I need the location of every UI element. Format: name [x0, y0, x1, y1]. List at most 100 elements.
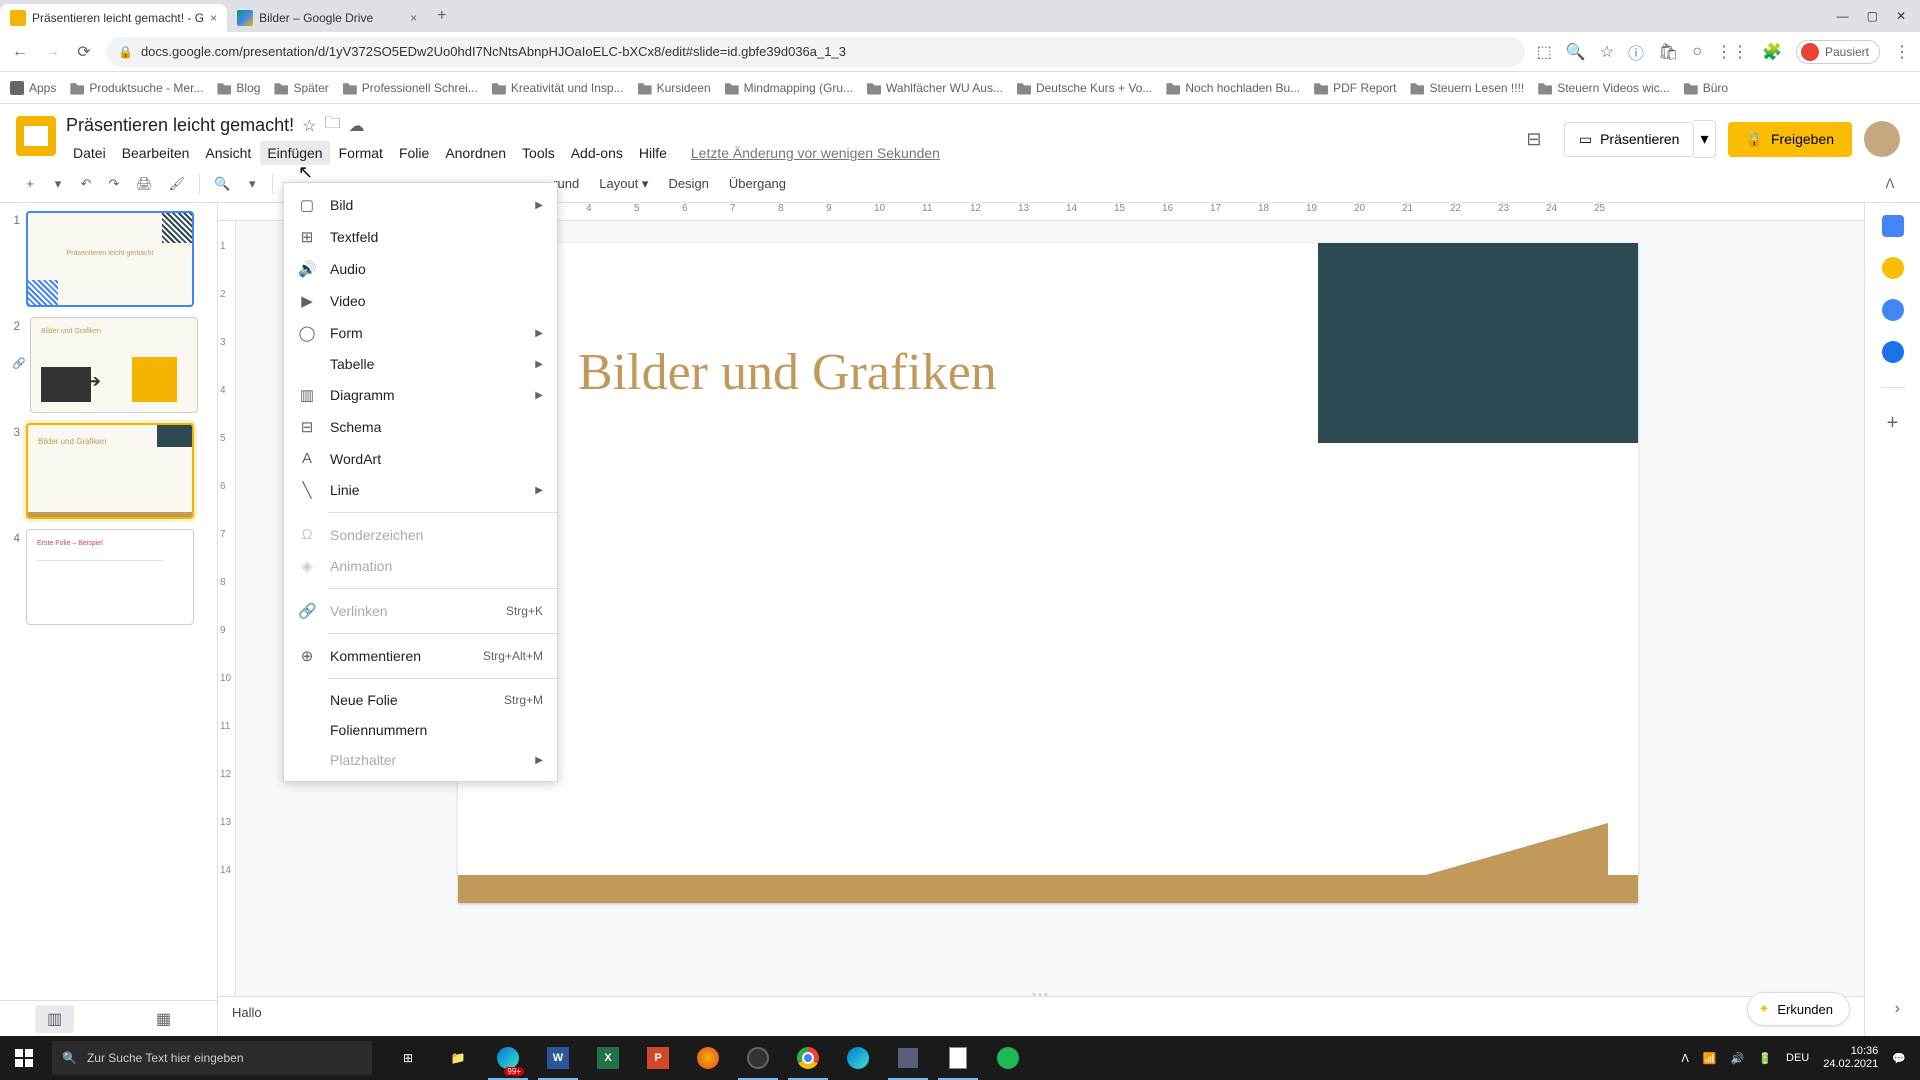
bookmark-item[interactable]: Deutsche Kurs + Vo... — [1017, 81, 1152, 95]
bookmark-item[interactable]: Wahlfächer WU Aus... — [867, 81, 1003, 95]
collapse-icon[interactable]: ᐱ — [1878, 172, 1902, 196]
bookmark-item[interactable]: Büro — [1684, 81, 1728, 95]
menu-item-diagramm[interactable]: ▥Diagramm▶ — [284, 379, 557, 411]
slide-thumbnail-3[interactable]: Bilder und Grafiken — [26, 423, 194, 519]
bookmark-item[interactable]: Professionell Schrei... — [343, 81, 478, 95]
menu-folie[interactable]: Folie — [392, 141, 436, 165]
menu-item-neue-folie[interactable]: Neue FolieStrg+M — [284, 685, 557, 715]
bookmark-item[interactable]: Steuern Lesen !!!! — [1410, 81, 1524, 95]
add-icon[interactable]: + — [1887, 412, 1899, 435]
slide-thumbnail-1[interactable]: Präsentieren leicht gemacht — [26, 211, 194, 307]
layout-button[interactable]: Layout ▾ — [591, 172, 656, 196]
menu-item-linie[interactable]: ╲Linie▶ — [284, 474, 557, 506]
filmstrip[interactable]: 1 Präsentieren leicht gemacht 2 🔗 Bilder… — [0, 203, 218, 1058]
close-icon[interactable]: ✕ — [1896, 9, 1906, 23]
paint-format-button[interactable]: 🖌 — [163, 172, 192, 196]
back-icon[interactable]: ← — [10, 43, 30, 61]
slides-logo-icon[interactable] — [16, 116, 56, 156]
volume-icon[interactable]: 🔊 — [1731, 1052, 1745, 1065]
zoom-button[interactable]: 🔍 — [208, 172, 236, 196]
start-button[interactable] — [0, 1036, 48, 1080]
zoom-dropdown[interactable]: ▾ — [240, 172, 264, 196]
bookmark-item[interactable]: Mindmapping (Gru... — [725, 81, 853, 95]
slide-canvas[interactable]: Bilder und Grafiken — [458, 243, 1638, 903]
menu-tools[interactable]: Tools — [515, 141, 562, 165]
menu-einfuegen[interactable]: Einfügen — [260, 141, 329, 165]
menu-item-bild[interactable]: ▢Bild▶ — [284, 189, 557, 221]
ext-icon[interactable]: ⓘ — [1628, 40, 1644, 64]
taskbar-search[interactable]: 🔍 Zur Suche Text hier eingeben — [52, 1041, 372, 1075]
task-view-icon[interactable]: ⊞ — [384, 1036, 432, 1080]
battery-icon[interactable]: 🔋 — [1758, 1052, 1772, 1065]
transition-button[interactable]: Übergang — [721, 172, 794, 195]
excel-icon[interactable]: X — [584, 1036, 632, 1080]
bookmark-item[interactable]: Blog — [217, 81, 260, 95]
menu-item-wordart[interactable]: AWordArt — [284, 443, 557, 474]
present-button[interactable]: ▭ Präsentieren — [1564, 122, 1695, 157]
ext-icon[interactable]: 🛍 — [1658, 42, 1678, 62]
close-icon[interactable]: × — [210, 11, 217, 25]
calendar-icon[interactable] — [1882, 215, 1904, 237]
menu-hilfe[interactable]: Hilfe — [632, 141, 674, 165]
powerpoint-icon[interactable]: P — [634, 1036, 682, 1080]
menu-item-audio[interactable]: 🔊Audio — [284, 253, 557, 285]
bookmark-item[interactable]: Noch hochladen Bu... — [1166, 81, 1300, 95]
notifications-icon[interactable]: 💬 — [1892, 1052, 1906, 1065]
filmstrip-view-icon[interactable]: ▥ — [35, 1005, 74, 1033]
language-indicator[interactable]: DEU — [1786, 1052, 1809, 1064]
menu-item-foliennummern[interactable]: Foliennummern — [284, 715, 557, 745]
next-arrow-icon[interactable]: › — [1895, 1000, 1900, 1018]
redo-button[interactable]: ↷ — [102, 172, 126, 196]
print-button[interactable]: 🖨 — [130, 172, 159, 196]
browser-tab-2[interactable]: Bilder – Google Drive × — [227, 4, 427, 32]
bookmark-item[interactable]: Kreativität und Insp... — [492, 81, 624, 95]
ext-icon[interactable]: ⋮⋮ — [1716, 42, 1748, 62]
bookmark-item[interactable]: Später — [274, 81, 328, 95]
bookmark-item[interactable]: Steuern Videos wic... — [1538, 81, 1670, 95]
menu-anordnen[interactable]: Anordnen — [438, 141, 513, 165]
menu-item-textfeld[interactable]: ⊞Textfeld — [284, 221, 557, 253]
star-icon[interactable]: ☆ — [302, 116, 316, 136]
app-icon[interactable] — [684, 1036, 732, 1080]
forward-icon[interactable]: → — [42, 43, 62, 61]
keep-icon[interactable] — [1882, 257, 1904, 279]
reload-icon[interactable]: ⟳ — [74, 42, 94, 62]
menu-bearbeiten[interactable]: Bearbeiten — [115, 141, 197, 165]
url-bar[interactable]: 🔒 docs.google.com/presentation/d/1yV372S… — [106, 37, 1525, 67]
word-icon[interactable]: W — [534, 1036, 582, 1080]
close-icon[interactable]: × — [410, 11, 417, 25]
translate-icon[interactable]: ⬚ — [1537, 42, 1552, 62]
menu-item-form[interactable]: ◯Form▶ — [284, 317, 557, 349]
menu-item-schema[interactable]: ⊟Schema — [284, 411, 557, 443]
last-edit-link[interactable]: Letzte Änderung vor wenigen Sekunden — [684, 141, 947, 165]
bookmark-item[interactable]: Produktsuche - Mer... — [70, 81, 203, 95]
bookmark-item[interactable]: Kursideen — [638, 81, 711, 95]
grid-view-icon[interactable]: ▦ — [144, 1005, 183, 1033]
maximize-icon[interactable]: ▢ — [1867, 9, 1878, 23]
explorer-icon[interactable]: 📁 — [434, 1036, 482, 1080]
edge-icon[interactable]: 99+ — [484, 1036, 532, 1080]
menu-ansicht[interactable]: Ansicht — [198, 141, 258, 165]
tray-expand-icon[interactable]: ᐱ — [1681, 1052, 1689, 1065]
speaker-notes[interactable]: ••• Hallo — [218, 996, 1864, 1038]
new-tab-button[interactable]: + — [427, 7, 456, 25]
browser-tab-1[interactable]: Präsentieren leicht gemacht! - G × — [0, 4, 227, 32]
tasks-icon[interactable] — [1882, 299, 1904, 321]
app-icon[interactable] — [884, 1036, 932, 1080]
resize-handle-icon[interactable]: ••• — [1032, 989, 1050, 1001]
share-button[interactable]: 🔒 Freigeben — [1728, 122, 1852, 157]
vertical-ruler[interactable]: 1234567891011121314 — [218, 221, 236, 1058]
menu-icon[interactable]: ⋮ — [1894, 42, 1910, 62]
design-button[interactable]: Design — [660, 172, 716, 195]
present-dropdown[interactable]: ▾ — [1694, 120, 1715, 158]
spotify-icon[interactable] — [984, 1036, 1032, 1080]
edge-icon[interactable] — [834, 1036, 882, 1080]
bookmark-apps[interactable]: Apps — [10, 81, 56, 95]
chrome-icon[interactable] — [784, 1036, 832, 1080]
extensions-icon[interactable]: 🧩 — [1762, 42, 1782, 62]
slide-thumbnail-2[interactable]: Bilder und Grafiken ➔ — [30, 317, 198, 413]
contacts-icon[interactable] — [1882, 341, 1904, 363]
notepad-icon[interactable] — [934, 1036, 982, 1080]
menu-item-kommentieren[interactable]: ⊕KommentierenStrg+Alt+M — [284, 640, 557, 672]
undo-button[interactable]: ↶ — [74, 172, 98, 196]
